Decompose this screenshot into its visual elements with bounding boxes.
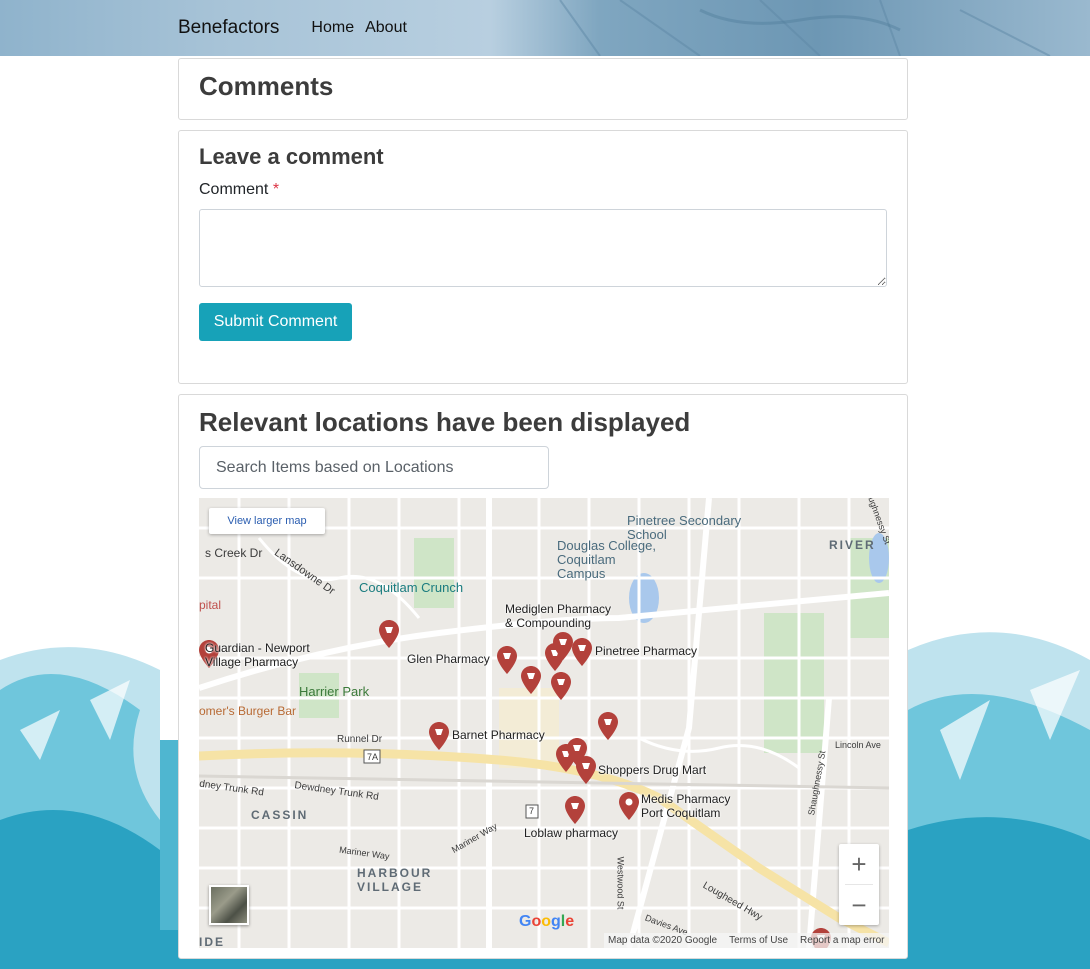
map-label-runnel: Runnel Dr	[337, 734, 383, 745]
zoom-control: + −	[839, 844, 879, 925]
required-mark: *	[272, 181, 280, 198]
map-data-text: Map data ©2020 Google	[608, 935, 718, 946]
pharmacy-pin-icon[interactable]	[379, 620, 399, 648]
pin-label-pinetree: Pinetree Pharmacy	[595, 644, 698, 658]
header-background	[0, 0, 1090, 56]
view-larger-map-link[interactable]: View larger map	[209, 508, 325, 534]
pin-label-guardian: Guardian - Newport Village Pharmacy	[205, 641, 310, 669]
location-search-input[interactable]	[199, 446, 549, 489]
comment-label: Comment *	[199, 181, 279, 199]
satellite-toggle-button[interactable]	[209, 885, 249, 925]
zoom-out-button[interactable]: −	[839, 885, 879, 925]
leave-comment-title: Leave a comment	[199, 144, 384, 169]
map-label-river: RIVER	[829, 538, 876, 552]
pin-label-barnet: Barnet Pharmacy	[452, 728, 545, 742]
comments-card: Comments	[178, 58, 908, 120]
pharmacy-pin-icon[interactable]	[598, 712, 618, 740]
pharmacy-pin-icon[interactable]	[572, 638, 592, 666]
navbar: Benefactors Home About	[178, 0, 418, 56]
map-label-harbour-village: HARBOUR VILLAGE	[357, 866, 433, 894]
pin-label-glen: Glen Pharmacy	[407, 652, 490, 666]
nav-home[interactable]: Home	[311, 19, 354, 37]
map-label-creek: s Creek Dr	[205, 546, 263, 560]
nav-about[interactable]: About	[365, 19, 407, 37]
pin-label-shoppers: Shoppers Drug Mart	[598, 763, 707, 777]
submit-comment-button[interactable]: Submit Comment	[199, 303, 352, 341]
pin-label-mediglen: Mediglen Pharmacy & Compounding	[505, 602, 612, 630]
pharmacy-pin-icon[interactable]	[576, 756, 596, 784]
map-label-ide: IDE	[199, 935, 226, 948]
map-label-douglas-college: Douglas College, Coquitlam Campus	[557, 538, 657, 581]
brand-link[interactable]: Benefactors	[178, 17, 279, 39]
map-label-burger-bar: omer's Burger Bar	[199, 704, 296, 718]
pharmacy-pin-icon[interactable]	[429, 722, 449, 750]
map-label-cassin: CASSIN	[251, 808, 309, 822]
locations-card: Relevant locations have been displayed S…	[178, 394, 908, 959]
pharmacy-pin-icon[interactable]	[521, 666, 541, 694]
pin-label-medis: Medis Pharmacy Port Coquitlam	[641, 792, 731, 820]
map-label-lincoln: Lincoln Ave	[835, 740, 881, 750]
comments-title: Comments	[199, 71, 334, 101]
map-label-harrier-park: Harrier Park	[299, 684, 370, 699]
report-map-error-link[interactable]: Report a map error	[800, 935, 884, 946]
leave-comment-card: Leave a comment Comment * Submit Comment	[178, 130, 908, 384]
locations-title: Relevant locations have been displayed	[199, 407, 691, 437]
pin-label-loblaw: Loblaw pharmacy	[524, 826, 619, 840]
map-label-hospital: pital	[199, 598, 222, 612]
google-logo: Google	[519, 913, 575, 930]
map-attribution: Map data ©2020 Google Terms of Use Repor…	[604, 933, 889, 948]
map-label-hwy7: 7	[529, 806, 535, 816]
zoom-in-button[interactable]: +	[839, 844, 879, 884]
pharmacy-pin-icon[interactable]	[551, 672, 571, 700]
pharmacy-pin-icon[interactable]	[497, 646, 517, 674]
comment-textarea[interactable]	[199, 209, 887, 287]
map-label-westwood: Westwood St	[615, 856, 626, 910]
google-map[interactable]: s Creek Dr Lansdowne Dr pital Coquitlam …	[199, 498, 889, 948]
map-label-hwy7a: 7A	[367, 752, 379, 762]
comment-label-text: Comment	[199, 181, 269, 198]
terms-of-use-link[interactable]: Terms of Use	[729, 935, 788, 946]
map-label-coquitlam-crunch: Coquitlam Crunch	[359, 580, 464, 595]
pharmacy-pin-icon[interactable]	[565, 796, 585, 824]
pharmacy-pin-icon[interactable]	[619, 792, 639, 820]
pharmacy-pin-icon[interactable]	[553, 632, 573, 660]
